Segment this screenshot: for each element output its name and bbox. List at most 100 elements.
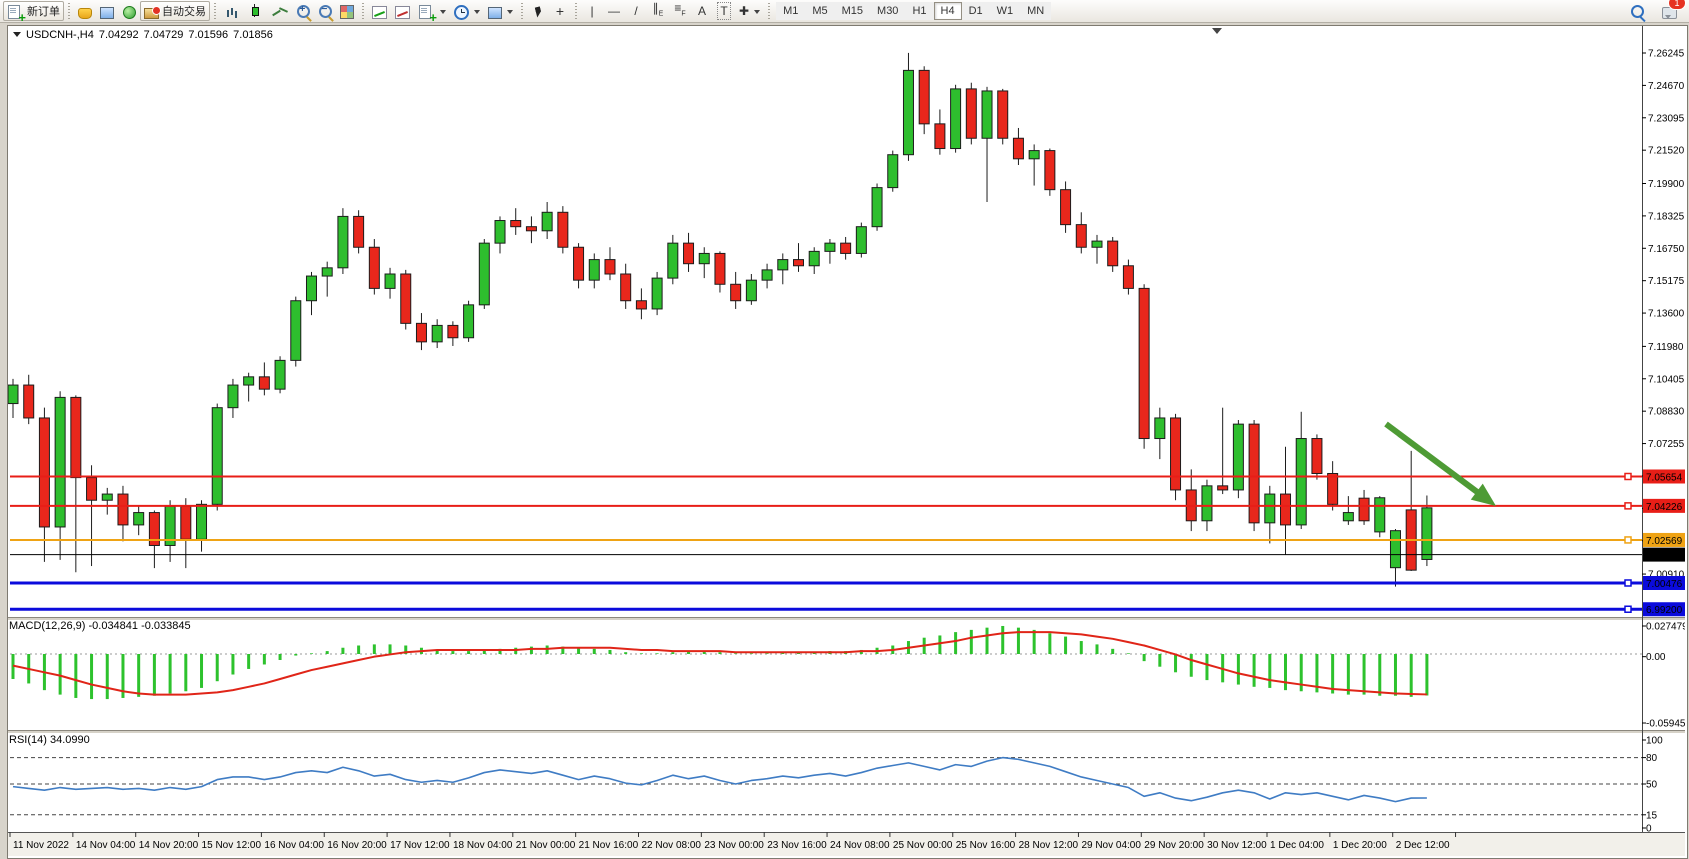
blue-support-line-2-handle[interactable]	[1625, 606, 1631, 612]
search-button[interactable]	[1626, 1, 1648, 21]
resistance-line-1-handle[interactable]	[1625, 473, 1631, 479]
bear-candle	[416, 323, 426, 342]
time-axis-label: 23 Nov 16:00	[767, 840, 827, 851]
blue-support-line-1-tag-label: 7.00476	[1646, 579, 1683, 590]
text-button[interactable]: A	[691, 1, 713, 21]
crosshair-button[interactable]: +	[549, 1, 571, 21]
chart-window: 7.262457.246707.230957.215207.199007.183…	[7, 25, 1688, 859]
toolbar-separator	[362, 3, 364, 20]
horizontal-line-icon: —	[608, 3, 620, 19]
periods-dropdown[interactable]	[450, 1, 484, 21]
candlestick-chart-button[interactable]	[244, 1, 268, 21]
time-axis-label: 25 Nov 16:00	[956, 840, 1016, 851]
timeframe-m1[interactable]: M1	[776, 2, 805, 20]
signals-button[interactable]	[118, 1, 140, 21]
timeframe-m15[interactable]: M15	[835, 2, 870, 20]
ohlc-high: 7.04729	[144, 29, 184, 41]
bull-candle	[338, 216, 348, 267]
new-order-label: 新订单	[27, 3, 60, 19]
time-axis-label: 29 Nov 20:00	[1144, 840, 1204, 851]
price-tick-label: 7.24670	[1648, 81, 1685, 92]
bull-candle	[1092, 241, 1102, 247]
time-axis-label: 23 Nov 00:00	[704, 840, 764, 851]
time-axis-label: 15 Nov 12:00	[202, 840, 262, 851]
bull-candle	[306, 276, 316, 301]
tile-windows-button[interactable]	[336, 1, 358, 21]
indicator-windows-button[interactable]	[391, 1, 414, 21]
timeframe-h4[interactable]: H4	[934, 2, 962, 20]
timeframe-w1[interactable]: W1	[990, 2, 1021, 20]
toolbar-separator	[521, 3, 523, 20]
tile-windows-icon	[340, 5, 354, 19]
bull-candle	[982, 91, 992, 138]
bar-chart-button[interactable]	[220, 1, 244, 21]
new-order-button[interactable]: 新订单	[3, 1, 64, 21]
bull-candle	[495, 221, 505, 244]
notification-badge: 1	[1668, 0, 1686, 10]
notifications-button[interactable]: 1	[1658, 1, 1681, 21]
bear-candle	[841, 243, 851, 253]
macd-indicator-label: MACD(12,26,9) -0.034841 -0.033845	[9, 620, 191, 632]
new-chart-dropdown[interactable]	[414, 1, 450, 21]
chevron-down-icon	[754, 10, 760, 17]
time-axis-label: 1 Dec 04:00	[1270, 840, 1324, 851]
cursor-button[interactable]	[527, 1, 549, 21]
text-label-button[interactable]: T	[713, 1, 735, 21]
bear-candle	[401, 274, 411, 323]
bear-candle	[181, 506, 191, 539]
time-axis-label: 28 Nov 12:00	[1019, 840, 1079, 851]
toolbar-separator	[214, 3, 216, 20]
timeframe-m5[interactable]: M5	[805, 2, 834, 20]
trendline-button[interactable]: /	[625, 1, 647, 21]
macd-tick-label: 0.00	[1646, 652, 1666, 663]
price-tick-label: 7.13600	[1648, 309, 1685, 320]
zoom-out-button[interactable]	[314, 1, 336, 21]
zoom-in-button[interactable]	[292, 1, 314, 21]
orange-support-line-handle[interactable]	[1625, 537, 1631, 543]
macd-tick-label: 0.027479	[1646, 622, 1685, 633]
bear-candle	[558, 212, 568, 247]
bull-candle	[291, 301, 301, 361]
resistance-line-1-tag-label: 7.05654	[1646, 472, 1683, 483]
indicators-button[interactable]	[368, 1, 391, 21]
resistance-line-2-handle[interactable]	[1625, 503, 1631, 509]
chart-dropdown-icon[interactable]	[13, 32, 21, 41]
fibonacci-button[interactable]: ≡F	[669, 1, 691, 21]
rsi-tick-label: 0	[1646, 824, 1652, 835]
templates-dropdown[interactable]	[484, 1, 517, 21]
ohlc-close: 7.01856	[233, 29, 273, 41]
new-chart-icon	[419, 5, 431, 19]
bear-candle	[39, 418, 49, 527]
rsi-tick-label: 50	[1646, 780, 1658, 791]
timeframe-h1[interactable]: H1	[905, 2, 933, 20]
quotes-button[interactable]	[74, 1, 96, 21]
data-window-button[interactable]	[96, 1, 118, 21]
bear-candle	[24, 385, 34, 418]
line-chart-button[interactable]	[268, 1, 292, 21]
arrows-dropdown[interactable]: ✚	[735, 1, 764, 21]
indicators-icon	[372, 6, 387, 19]
cursor-icon	[534, 7, 541, 18]
bull-candle	[825, 243, 835, 251]
blue-support-line-1-handle[interactable]	[1625, 580, 1631, 586]
bear-candle	[1312, 439, 1322, 474]
bull-candle	[212, 408, 222, 505]
timeframe-d1[interactable]: D1	[962, 2, 990, 20]
bull-candle	[668, 243, 678, 278]
bull-candle	[1265, 494, 1275, 523]
auto-trading-button[interactable]: 自动交易	[140, 1, 210, 21]
channel-icon: ∥E	[653, 0, 664, 22]
auto-trading-icon	[144, 8, 159, 19]
toolbar-separator	[575, 3, 577, 20]
bear-candle	[259, 377, 269, 389]
bull-candle	[809, 251, 819, 265]
bear-candle	[605, 260, 615, 274]
channel-button[interactable]: ∥E	[647, 1, 669, 21]
horizontal-line-button[interactable]: —	[603, 1, 625, 21]
time-axis-label: 21 Nov 16:00	[579, 840, 639, 851]
chart-surface[interactable]: 7.262457.246707.230957.215207.199007.183…	[8, 26, 1685, 856]
timeframe-mn[interactable]: MN	[1020, 2, 1051, 20]
timeframe-m30[interactable]: M30	[870, 2, 905, 20]
price-tick-label: 7.11980	[1648, 342, 1684, 353]
vertical-line-button[interactable]: |	[581, 1, 603, 21]
